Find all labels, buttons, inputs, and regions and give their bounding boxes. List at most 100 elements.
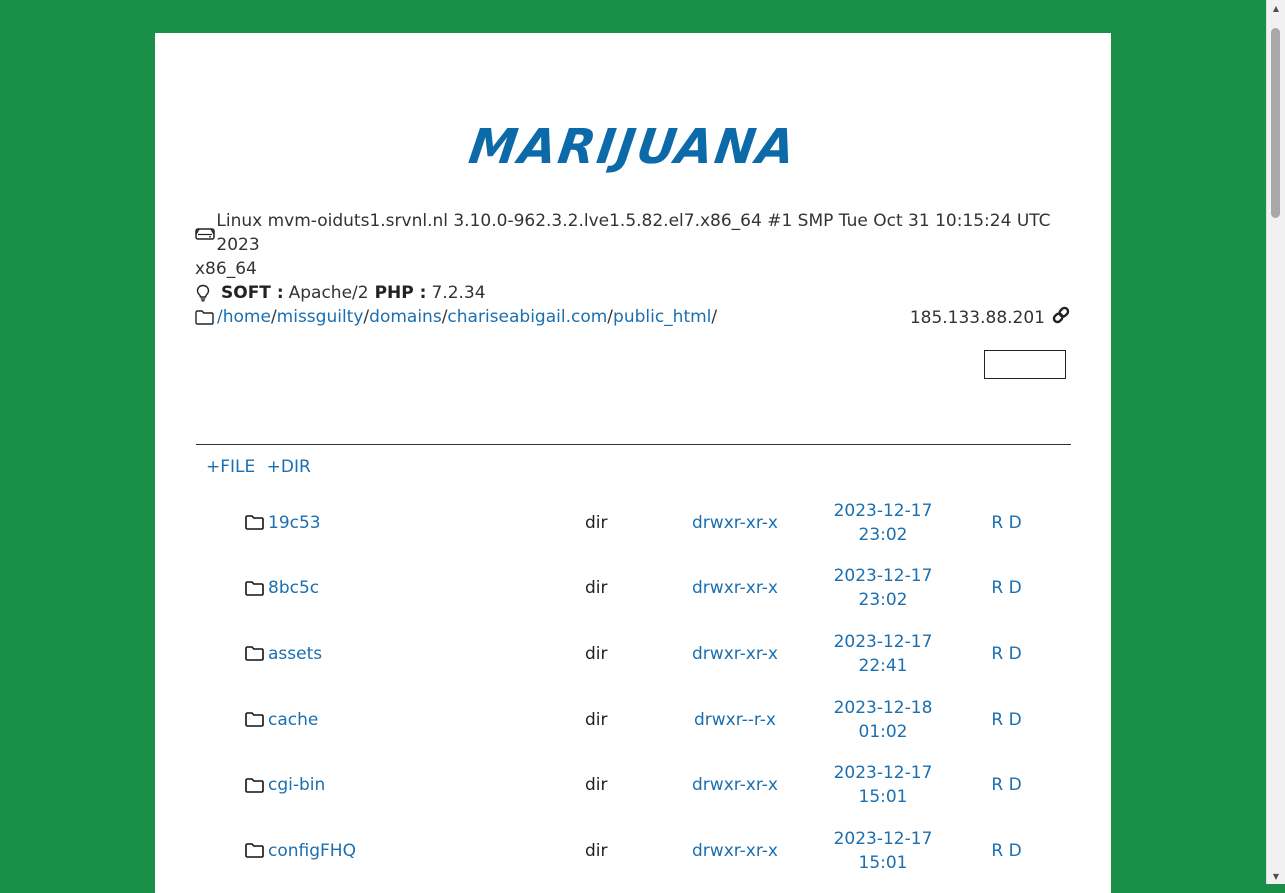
- divider: [196, 444, 1071, 445]
- file-time[interactable]: 23:02: [859, 590, 908, 610]
- delete-button[interactable]: D: [1009, 513, 1022, 533]
- table-row: 8bc5c dir drwxr-xr-x 2023-12-17 23:02 R D: [235, 556, 1054, 622]
- scroll-down-arrow-icon[interactable]: ▼: [1267, 868, 1285, 884]
- file-actions-cell: R D: [959, 556, 1054, 622]
- path-segment-missguilty[interactable]: missguilty: [277, 307, 364, 327]
- php-value: 7.2.34: [431, 283, 486, 303]
- file-date-cell[interactable]: 2023-12-17 15:01: [807, 752, 959, 818]
- path-segment-public-html[interactable]: public_html: [613, 307, 711, 327]
- delete-button[interactable]: D: [1009, 644, 1022, 664]
- ip-row: 185.133.88.201: [910, 305, 1071, 330]
- folder-icon: [245, 515, 264, 531]
- file-name-link[interactable]: 8bc5c: [268, 578, 319, 598]
- uname-row: Linux mvm-oiduts1.srvnl.nl 3.10.0-962.3.…: [195, 209, 1075, 257]
- file-date[interactable]: 2023-12-17: [834, 763, 933, 783]
- file-date[interactable]: 2023-12-17: [834, 829, 933, 849]
- file-type: dir: [585, 512, 608, 533]
- scrollbar[interactable]: ▲ ▼: [1266, 0, 1285, 884]
- file-name-link[interactable]: configFHQ: [268, 841, 356, 861]
- scroll-up-arrow-icon[interactable]: ▲: [1267, 0, 1285, 16]
- file-date[interactable]: 2023-12-17: [834, 632, 933, 652]
- main-panel: MARIJUANA Linux mvm-oiduts1.srvnl.nl 3.1…: [155, 33, 1111, 893]
- file-name-link[interactable]: 19c53: [268, 513, 321, 533]
- soft-value: Apache/2: [288, 283, 369, 303]
- path-segment-domains[interactable]: domains: [369, 307, 442, 327]
- file-time[interactable]: 22:41: [859, 656, 908, 676]
- file-type: dir: [585, 643, 608, 664]
- file-actions-cell: R D: [959, 621, 1054, 687]
- delete-button[interactable]: D: [1009, 841, 1022, 861]
- file-name-link[interactable]: cache: [268, 710, 318, 730]
- php-label: PHP :: [374, 283, 427, 303]
- file-name-link[interactable]: cgi-bin: [268, 775, 325, 795]
- file-date[interactable]: 2023-12-17: [834, 501, 933, 521]
- file-date-cell[interactable]: 2023-12-17 23:02: [807, 556, 959, 622]
- search-input[interactable]: [984, 350, 1066, 379]
- file-time[interactable]: 01:02: [859, 722, 908, 742]
- file-name-cell: 8bc5c: [235, 556, 585, 622]
- table-row: cache dir drwxr--r-x 2023-12-18 01:02 R D: [235, 687, 1054, 753]
- file-type: dir: [585, 578, 608, 599]
- file-permissions-link[interactable]: drwxr-xr-x: [692, 841, 778, 861]
- rename-button[interactable]: R: [991, 513, 1003, 533]
- logo: MARIJUANA: [465, 119, 801, 175]
- table-row: configFHQ dir drwxr-xr-x 2023-12-17 15:01 R D: [235, 818, 1054, 884]
- uname-text: Linux mvm-oiduts1.srvnl.nl 3.10.0-962.3.…: [216, 211, 1051, 255]
- file-actions-cell: R D: [959, 490, 1054, 556]
- software-row: SOFT : Apache/2 PHP : 7.2.34: [195, 281, 1075, 305]
- file-name-cell: assets: [235, 621, 585, 687]
- delete-button[interactable]: D: [1009, 775, 1022, 795]
- file-actions-cell: R D: [959, 752, 1054, 818]
- rename-button[interactable]: R: [991, 775, 1003, 795]
- new-file-button[interactable]: +FILE: [206, 457, 255, 477]
- folder-icon: [245, 712, 264, 727]
- folder-icon: [245, 777, 264, 793]
- file-permissions-link[interactable]: drwxr-xr-x: [692, 513, 778, 533]
- hard-drive-icon: [195, 226, 216, 240]
- file-type: dir: [585, 709, 608, 730]
- rename-button[interactable]: R: [991, 644, 1003, 664]
- folder-icon: [245, 581, 264, 596]
- file-permissions-link[interactable]: drwxr-xr-x: [692, 775, 778, 795]
- file-time[interactable]: 23:02: [859, 525, 908, 545]
- folder-icon: [195, 309, 217, 325]
- rename-button[interactable]: R: [991, 710, 1003, 730]
- file-date[interactable]: 2023-12-17: [834, 566, 933, 586]
- lightbulb-icon: [195, 284, 217, 302]
- file-name-cell: cache: [235, 687, 585, 753]
- file-permissions-link[interactable]: drwxr-xr-x: [692, 578, 778, 598]
- delete-button[interactable]: D: [1009, 710, 1022, 730]
- file-date-cell[interactable]: 2023-12-18 01:02: [807, 687, 959, 753]
- file-name-cell: cgi-bin: [235, 752, 585, 818]
- folder-icon: [245, 843, 264, 859]
- new-dir-button[interactable]: +DIR: [267, 457, 311, 477]
- table-row: cgi-bin dir drwxr-xr-x 2023-12-17 15:01 R D: [235, 752, 1054, 818]
- file-permissions-link[interactable]: drwxr-xr-x: [692, 644, 778, 664]
- link-icon[interactable]: [1051, 305, 1071, 330]
- file-date-cell[interactable]: 2023-12-17 15:01: [807, 818, 959, 884]
- file-name-link[interactable]: assets: [268, 644, 322, 664]
- uname-arch: x86_64: [195, 259, 257, 279]
- file-name-cell: configFHQ: [235, 818, 585, 884]
- file-type: dir: [585, 840, 608, 861]
- delete-button[interactable]: D: [1009, 578, 1022, 598]
- table-row: 19c53 dir drwxr-xr-x 2023-12-17 23:02 R D: [235, 490, 1054, 556]
- file-time[interactable]: 15:01: [859, 853, 908, 873]
- file-time[interactable]: 15:01: [859, 787, 908, 807]
- server-ip: 185.133.88.201: [909, 307, 1045, 328]
- table-row: assets dir drwxr-xr-x 2023-12-17 22:41 R D: [235, 621, 1054, 687]
- file-actions-cell: R D: [959, 818, 1054, 884]
- file-date-cell[interactable]: 2023-12-17 22:41: [807, 621, 959, 687]
- file-table: 19c53 dir drwxr-xr-x 2023-12-17 23:02 R D 8bc5…: [235, 490, 1054, 884]
- scroll-thumb[interactable]: [1271, 28, 1280, 218]
- file-name-cell: 19c53: [235, 490, 585, 556]
- rename-button[interactable]: R: [991, 841, 1003, 861]
- file-actions: +FILE +DIR: [206, 457, 317, 477]
- rename-button[interactable]: R: [991, 578, 1003, 598]
- breadcrumb: /home/missguilty/domains/chariseabigail.…: [217, 305, 717, 329]
- file-permissions-link[interactable]: drwxr--r-x: [694, 710, 776, 730]
- path-segment-chariseabigail-com[interactable]: chariseabigail.com: [447, 307, 607, 327]
- file-date[interactable]: 2023-12-18: [834, 698, 933, 718]
- file-date-cell[interactable]: 2023-12-17 23:02: [807, 490, 959, 556]
- path-segment-home[interactable]: home: [223, 307, 271, 327]
